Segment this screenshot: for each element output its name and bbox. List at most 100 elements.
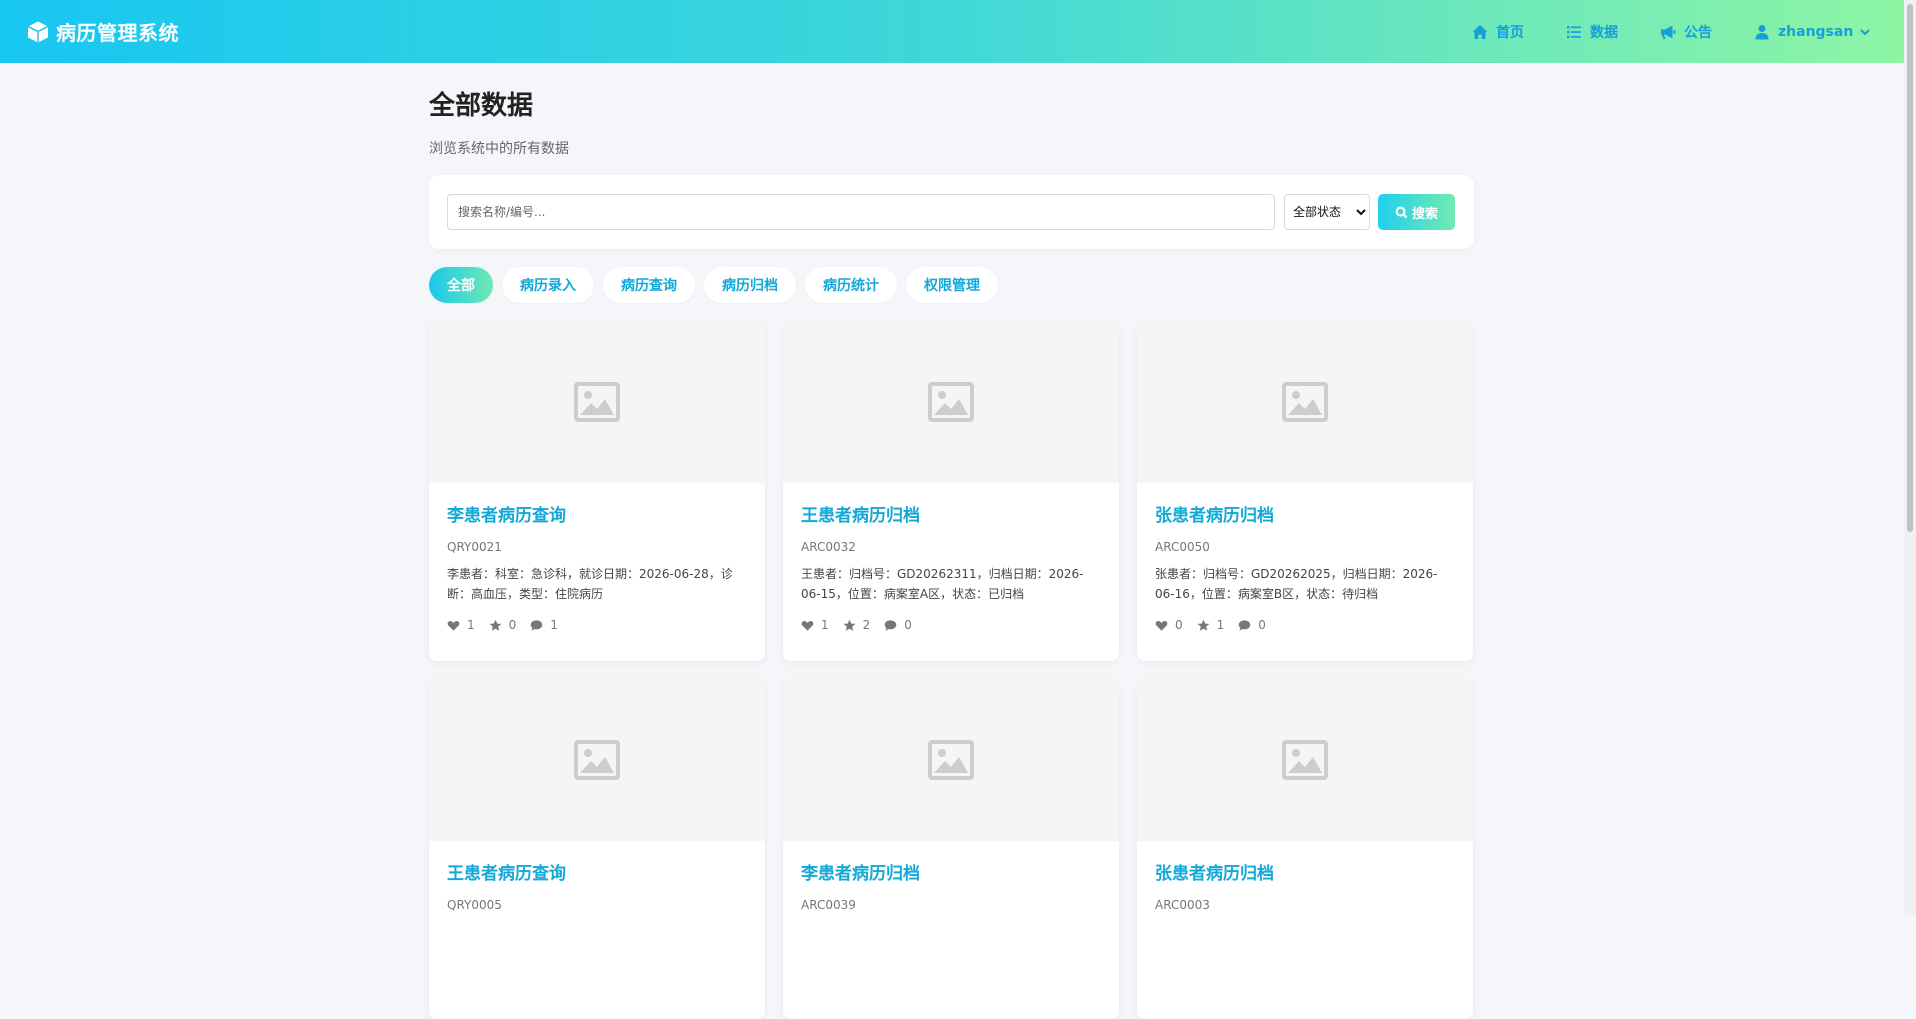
card-thumbnail [1137,679,1473,841]
nav-home-label: 首页 [1496,24,1524,41]
star-icon [1197,619,1210,631]
comment-stat[interactable]: 1 [530,618,558,632]
tab-record-entry[interactable]: 病历录入 [502,267,594,303]
brand[interactable]: 病历管理系统 [26,17,179,46]
card-code: ARC0003 [1155,898,1210,912]
favorite-stat[interactable]: 0 [489,618,517,632]
star-icon [843,619,856,631]
image-placeholder-icon [1282,740,1328,780]
favorite-stat[interactable]: 2 [843,618,871,632]
tab-record-archive[interactable]: 病历归档 [704,267,796,303]
data-card[interactable]: 李患者病历查询 QRY0021 李患者：科室：急诊科，就诊日期：2026-06-… [429,321,765,661]
like-count: 0 [1175,618,1183,632]
card-code: ARC0039 [801,898,856,912]
card-thumbnail [783,679,1119,841]
card-title[interactable]: 张患者病历归档 [1155,501,1455,526]
user-icon [1755,24,1769,39]
main-content: 全部数据 浏览系统中的所有数据 全部状态 搜索 全部 病历录入 病历查询 病历归… [429,63,1474,1019]
main-nav: 首页 数据 公告 zhangsan [1472,0,1871,63]
like-count: 1 [467,618,475,632]
data-card[interactable]: 张患者病历归档 ARC0050 张患者：归档号：GD20262025，归档日期：… [1137,321,1473,661]
card-code: QRY0005 [447,898,502,912]
card-thumbnail [1137,321,1473,483]
comment-icon [1239,619,1251,631]
card-code: ARC0050 [1155,540,1210,554]
image-placeholder-icon [928,382,974,422]
data-card[interactable]: 张患者病历归档 ARC0003 [1137,679,1473,1019]
page-scrollbar[interactable] [1904,0,1916,915]
card-stats: 1 0 1 [447,618,747,632]
heart-icon [801,620,814,631]
card-thumbnail [429,679,765,841]
image-placeholder-icon [574,740,620,780]
nav-data-label: 数据 [1590,24,1618,41]
comment-icon [531,619,543,631]
comment-icon [885,619,897,631]
search-panel: 全部状态 搜索 [429,175,1474,249]
image-placeholder-icon [574,382,620,422]
tab-record-stats[interactable]: 病历统计 [805,267,897,303]
home-icon [1472,24,1488,39]
heart-icon [447,620,460,631]
category-tabs: 全部 病历录入 病历查询 病历归档 病历统计 权限管理 [429,267,1474,303]
like-count: 1 [821,618,829,632]
nav-notice-label: 公告 [1684,24,1712,41]
data-card[interactable]: 王患者病历查询 QRY0005 [429,679,765,1019]
card-title[interactable]: 王患者病历归档 [801,501,1101,526]
user-name: zhangsan [1778,23,1854,40]
like-stat[interactable]: 0 [1155,618,1183,632]
search-icon [1395,206,1408,218]
heart-icon [1155,620,1168,631]
comment-count: 0 [904,618,912,632]
data-card[interactable]: 王患者病历归档 ARC0032 王患者：归档号：GD20262311，归档日期：… [783,321,1119,661]
card-code: ARC0032 [801,540,856,554]
card-title[interactable]: 王患者病历查询 [447,859,747,884]
user-menu[interactable]: zhangsan [1754,24,1871,40]
card-title[interactable]: 李患者病历归档 [801,859,1101,884]
megaphone-icon [1661,25,1676,39]
favorite-count: 2 [862,618,871,632]
like-stat[interactable]: 1 [447,618,475,632]
card-title[interactable]: 张患者病历归档 [1155,859,1455,884]
page-title: 全部数据 [429,91,534,121]
favorite-count: 0 [508,618,517,632]
nav-home[interactable]: 首页 [1472,22,1524,42]
comment-count: 1 [550,618,558,632]
nav-data[interactable]: 数据 [1566,22,1618,42]
image-placeholder-icon [1282,382,1328,422]
image-placeholder-icon [928,740,974,780]
favorite-count: 1 [1216,618,1225,632]
card-stats: 0 1 0 [1155,618,1455,632]
list-icon [1567,25,1581,38]
tab-record-query[interactable]: 病历查询 [603,267,695,303]
tab-permission[interactable]: 权限管理 [906,267,998,303]
nav-notice[interactable]: 公告 [1660,22,1712,42]
card-thumbnail [429,321,765,483]
card-description: 李患者：科室：急诊科，就诊日期：2026-06-28，诊断：高血压，类型：住院病… [447,567,733,601]
card-stats: 1 2 0 [801,618,1101,632]
page-subtitle: 浏览系统中的所有数据 [429,141,569,157]
card-description: 张患者：归档号：GD20262025，归档日期：2026-06-16，位置：病案… [1155,567,1438,601]
comment-stat[interactable]: 0 [884,618,912,632]
card-title[interactable]: 李患者病历查询 [447,501,747,526]
scrollbar-thumb[interactable] [1907,4,1913,532]
tab-all[interactable]: 全部 [429,267,493,303]
cube-icon [27,21,49,42]
status-select[interactable]: 全部状态 [1284,194,1370,230]
search-button-label: 搜索 [1411,206,1438,222]
comment-stat[interactable]: 0 [1238,618,1266,632]
chevron-down-icon [1860,28,1871,35]
like-stat[interactable]: 1 [801,618,829,632]
card-grid: 李患者病历查询 QRY0021 李患者：科室：急诊科，就诊日期：2026-06-… [429,321,1474,1019]
card-thumbnail [783,321,1119,483]
app-title: 病历管理系统 [56,21,179,45]
favorite-stat[interactable]: 1 [1197,618,1225,632]
card-description: 王患者：归档号：GD20262311，归档日期：2026-06-15，位置：病案… [801,567,1084,601]
data-card[interactable]: 李患者病历归档 ARC0039 [783,679,1119,1019]
search-button[interactable]: 搜索 [1378,194,1455,230]
card-code: QRY0021 [447,540,502,554]
star-icon [489,619,502,631]
search-input[interactable] [447,194,1275,230]
top-navbar: 病历管理系统 首页 数据 公告 zhangsan [0,0,1904,63]
comment-count: 0 [1258,618,1266,632]
